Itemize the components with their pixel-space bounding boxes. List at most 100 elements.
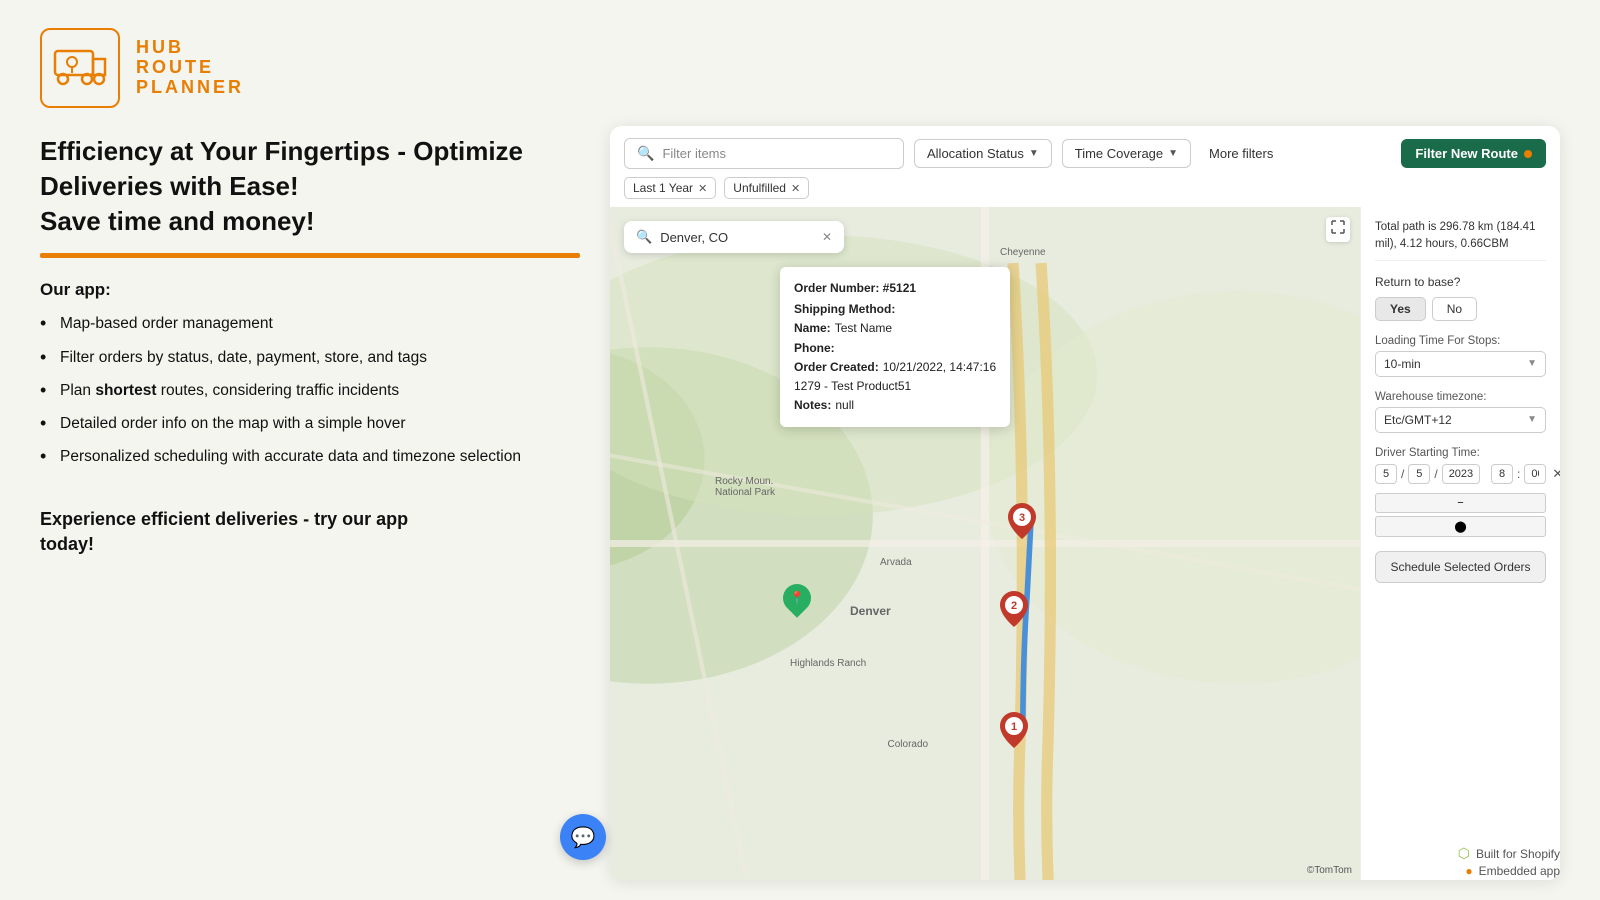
yes-button[interactable]: Yes (1375, 297, 1426, 321)
loading-time-value: 10-min (1384, 357, 1421, 371)
cta-line2: today! (40, 534, 94, 554)
logo-line1: HUB (136, 38, 244, 58)
loading-time-select[interactable]: 10-min ▼ (1375, 351, 1546, 377)
return-base-label: Return to base? (1375, 275, 1546, 289)
logo-text: HUB ROUTE PLANNER (136, 38, 244, 97)
driver-date-year[interactable] (1442, 464, 1480, 484)
allocation-status-button[interactable]: Allocation Status ▼ (914, 139, 1052, 168)
filter-new-route-label: Filter New Route (1415, 146, 1518, 161)
marker-2[interactable]: 2 (1000, 591, 1028, 632)
minus-button[interactable]: − (1375, 493, 1546, 513)
feature-3: Plan shortest routes, considering traffi… (40, 379, 580, 402)
map-label-rockymtn: Rocky Moun.National Park (715, 476, 775, 498)
chat-button[interactable]: 💬 (560, 814, 606, 860)
name-value: Test Name (835, 319, 892, 338)
phone-row: Phone: (794, 339, 996, 358)
header: HUB ROUTE PLANNER (40, 28, 1560, 108)
map-clear-icon[interactable]: ✕ (822, 230, 832, 244)
toolbar: 🔍 Filter items Allocation Status ▼ Time … (610, 126, 1560, 169)
left-panel: Efficiency at Your Fingertips - Optimize… (40, 126, 580, 880)
map-label-cheyenne: Cheyenne (1000, 247, 1046, 258)
notes-label: Notes: (794, 396, 831, 415)
driver-date-day[interactable] (1375, 464, 1397, 484)
map-search-bar[interactable]: 🔍 Denver, CO ✕ (624, 221, 844, 253)
feature-1: Map-based order management (40, 312, 580, 335)
marker-3[interactable]: 3 (1008, 503, 1036, 544)
order-created-value: 10/21/2022, 14:47:16 (883, 358, 996, 377)
path-info-section: Total path is 296.78 km (184.41 mil), 4.… (1375, 219, 1546, 261)
remove-tag-icon[interactable]: ✕ (791, 182, 800, 195)
feature-4: Detailed order info on the map with a si… (40, 412, 580, 435)
no-button[interactable]: No (1432, 297, 1477, 321)
notes-value: null (835, 396, 854, 415)
return-base-section: Return to base? Yes No (1375, 275, 1546, 321)
dropdown-icon: ▼ (1527, 414, 1537, 425)
name-label: Name: (794, 319, 831, 338)
path-info-text: Total path is 296.78 km (184.41 mil), 4.… (1375, 219, 1546, 254)
chevron-down-icon: ▼ (1029, 148, 1039, 159)
features-list: Map-based order management Filter orders… (40, 312, 580, 478)
filter-tags-row: Last 1 Year ✕ Unfulfilled ✕ (610, 169, 1560, 207)
logo-icon (53, 43, 107, 93)
driver-time-section: Driver Starting Time: / / : ✕ (1375, 447, 1546, 537)
name-row: Name: Test Name (794, 319, 996, 338)
logo-line3: PLANNER (136, 78, 244, 98)
yes-no-buttons: Yes No (1375, 297, 1546, 321)
map-label-denver: Denver (850, 604, 891, 618)
driver-hour[interactable] (1491, 464, 1513, 484)
time-coverage-button[interactable]: Time Coverage ▼ (1062, 139, 1191, 168)
scroll-center-button[interactable]: ⬤ (1375, 516, 1546, 537)
map-search-icon: 🔍 (636, 229, 652, 245)
search-input-text: Filter items (662, 146, 726, 161)
driver-minute[interactable] (1524, 464, 1546, 484)
time-sep: : (1517, 467, 1520, 481)
driver-time-label: Driver Starting Time: (1375, 447, 1546, 459)
remove-tag-icon[interactable]: ✕ (698, 182, 707, 195)
schedule-selected-orders-button[interactable]: Schedule Selected Orders (1375, 551, 1546, 583)
date-sep-2: / (1434, 467, 1437, 481)
marker-icon: 📍 (789, 591, 804, 605)
chevron-down-icon: ▼ (1168, 148, 1178, 159)
map-label-colorado: Colorado (888, 739, 929, 750)
built-label: Built for Shopify (1476, 847, 1560, 861)
map-search-text: Denver, CO (660, 230, 814, 245)
logo-line2: ROUTE (136, 58, 244, 78)
loading-time-section: Loading Time For Stops: 10-min ▼ (1375, 335, 1546, 377)
svg-text:2: 2 (1011, 600, 1017, 612)
product-info: 1279 - Test Product51 (794, 377, 996, 396)
our-app-label: Our app: (40, 280, 580, 300)
filter-new-route-button[interactable]: Filter New Route (1401, 139, 1546, 168)
marker-1-icon: 1 (1000, 712, 1028, 748)
more-filters-button[interactable]: More filters (1201, 140, 1281, 167)
tag-label: Last 1 Year (633, 181, 693, 195)
warehouse-tz-value: Etc/GMT+12 (1384, 413, 1452, 427)
shopify-icon: ⬡ (1458, 845, 1470, 862)
chat-icon: 💬 (571, 825, 596, 850)
embedded-app-row: ● Embedded app (1458, 864, 1560, 878)
map-zoom-control[interactable] (1326, 217, 1350, 242)
warehouse-tz-select[interactable]: Etc/GMT+12 ▼ (1375, 407, 1546, 433)
tagline: Efficiency at Your Fingertips - Optimize… (40, 134, 580, 239)
order-created-row: Order Created: 10/21/2022, 14:47:16 (794, 358, 996, 377)
map-area[interactable]: Cheyenne Rocky Moun.National Park Arvada… (610, 207, 1360, 880)
phone-label: Phone: (794, 339, 835, 358)
map-label-highlandsranch: Highlands Ranch (790, 658, 866, 669)
filter-tag-unfulfilled[interactable]: Unfulfilled ✕ (724, 177, 809, 199)
built-for-shopify-row: ⬡ Built for Shopify (1458, 845, 1560, 862)
feature-2: Filter orders by status, date, payment, … (40, 346, 580, 369)
page: HUB ROUTE PLANNER Efficiency at Your Fin… (0, 0, 1600, 900)
svg-text:1: 1 (1011, 721, 1017, 733)
tomtom-credit: ©TomTom (1307, 865, 1352, 876)
logo-box (40, 28, 120, 108)
map-background: Cheyenne Rocky Moun.National Park Arvada… (610, 207, 1360, 880)
clear-time-button[interactable]: ✕ (1550, 464, 1560, 484)
tagline-line1: Efficiency at Your Fingertips - Optimize… (40, 136, 523, 201)
driver-time-row: / / : ✕ ⬜ + (1375, 463, 1546, 485)
shipping-row: Shipping Method: (794, 300, 996, 319)
warehouse-tz-section: Warehouse timezone: Etc/GMT+12 ▼ (1375, 391, 1546, 433)
search-box[interactable]: 🔍 Filter items (624, 138, 904, 169)
shipping-label: Shipping Method: (794, 300, 895, 319)
marker-1[interactable]: 1 (1000, 712, 1028, 753)
filter-tag-last1year[interactable]: Last 1 Year ✕ (624, 177, 716, 199)
driver-date-month[interactable] (1408, 464, 1430, 484)
